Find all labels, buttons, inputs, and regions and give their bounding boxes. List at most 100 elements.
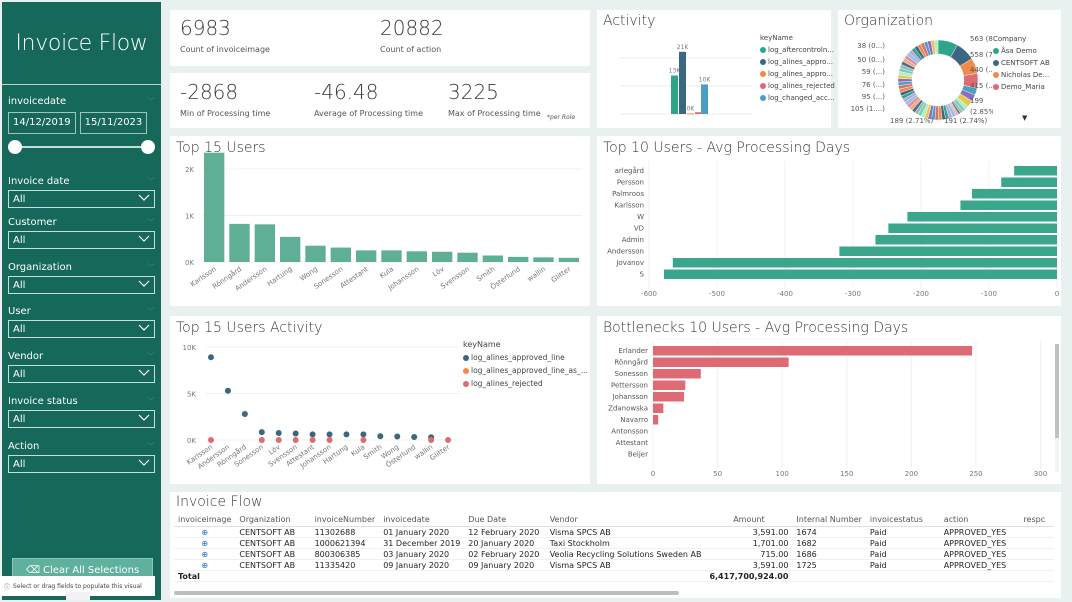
- bar: [875, 235, 1057, 245]
- cell-vendor: Veolia Recycling Solutions Sweden AB: [545, 548, 706, 560]
- column-header[interactable]: Internal Number: [792, 513, 866, 527]
- filter-dropdown[interactable]: All: [8, 190, 155, 208]
- total-label: Total: [174, 570, 236, 582]
- filter-dropdown[interactable]: All: [8, 365, 155, 383]
- slicer-header: Customer ﹀: [8, 215, 155, 229]
- y-category-label: Antonsson: [611, 427, 648, 435]
- filter-dropdown[interactable]: All: [8, 231, 155, 249]
- legend-dot: [993, 60, 999, 66]
- legend-item[interactable]: Nicholas De...: [993, 71, 1050, 79]
- invoice-image-link-icon[interactable]: ⊕: [174, 526, 236, 538]
- column-header[interactable]: Due Date: [464, 513, 546, 527]
- chevron-down-icon[interactable]: ﹀: [147, 217, 155, 228]
- legend-item[interactable]: log_alines_appro...: [760, 70, 835, 78]
- legend-item[interactable]: log_alines_approved_line: [463, 353, 588, 362]
- bottlenecks-card[interactable]: Bottlenecks 10 Users - Avg Processing Da…: [597, 316, 1061, 484]
- end-date-input[interactable]: 15/11/2023: [79, 112, 148, 134]
- table-row[interactable]: ⊕ CENTSOFT AB 1000621394 31 December 2019 20…: [174, 537, 1054, 549]
- slider-end-handle[interactable]: [141, 140, 155, 154]
- scatter-point: [241, 410, 248, 417]
- invoice-image-link-icon[interactable]: ⊕: [174, 548, 236, 560]
- bar: [1014, 166, 1057, 176]
- bar: [653, 369, 701, 379]
- filter-dropdown[interactable]: All: [8, 410, 155, 428]
- chevron-down-icon[interactable]: ﹀: [147, 396, 155, 407]
- bar: [653, 346, 973, 356]
- table-row[interactable]: ⊕ CENTSOFT AB 800306385 03 January 2020 02 F…: [174, 548, 1054, 560]
- visual-handle[interactable]: [66, 592, 90, 600]
- legend-item[interactable]: log_changed_acc...: [760, 94, 835, 102]
- bar-data-label: 0K: [687, 105, 696, 112]
- column-header[interactable]: invoicedate: [379, 513, 465, 527]
- chevron-down-icon[interactable]: ﹀: [147, 306, 155, 317]
- chevron-down-icon[interactable]: ﹀: [147, 176, 155, 187]
- legend-item[interactable]: Åsa Demo: [993, 47, 1050, 55]
- filter-dropdown[interactable]: All: [8, 276, 155, 294]
- chevron-down-icon[interactable]: ﹀: [147, 262, 155, 273]
- activity-chart-card[interactable]: Activity 13K 21K 0K 10K keyName log_afterco…: [597, 10, 835, 128]
- scrollbar-thumb[interactable]: [1055, 344, 1059, 438]
- legend-item[interactable]: Demo_Maria: [993, 83, 1050, 91]
- column-header[interactable]: respc: [1019, 513, 1054, 527]
- horizontal-scrollbar[interactable]: [174, 591, 679, 595]
- slicer-header: Organization ﹀: [8, 260, 155, 274]
- start-date-input[interactable]: 14/12/2019: [8, 112, 76, 134]
- table-header-row: invoiceimage Organization invoiceNumber inv…: [174, 513, 1054, 527]
- column-header[interactable]: Amount: [705, 513, 793, 527]
- filter-dropdown[interactable]: All: [8, 320, 155, 338]
- chart-scrollbar[interactable]: [1055, 344, 1059, 472]
- slice-label: 199: [970, 97, 983, 105]
- x-tick-label: Kula: [378, 265, 395, 280]
- slicer-label: User: [8, 305, 31, 317]
- top10-days-card[interactable]: Top 10 Users - Avg Processing Days -600-…: [597, 136, 1061, 306]
- legend-scroll-down-icon[interactable]: ▼: [1022, 114, 1027, 122]
- y-tick-label: 5K: [187, 391, 196, 399]
- column-header[interactable]: invoicestatus: [865, 513, 940, 527]
- empty-cell: [939, 570, 1020, 582]
- report-title: Invoice Flow: [2, 2, 161, 85]
- column-header[interactable]: Vendor: [545, 513, 706, 527]
- filter-vendor: Vendor ﹀ All: [8, 349, 155, 383]
- x-tick-label: 200: [905, 470, 918, 478]
- column-header[interactable]: Organization: [235, 513, 311, 527]
- slider-start-handle[interactable]: [8, 140, 22, 154]
- bar: [356, 250, 377, 262]
- cell-status: Paid: [865, 526, 940, 538]
- legend-item[interactable]: log_aftercontroln...: [760, 46, 835, 54]
- column-header[interactable]: invoiceimage: [174, 513, 236, 527]
- legend-item[interactable]: CENTSOFT AB: [993, 59, 1050, 67]
- dropdown-value: All: [13, 323, 26, 335]
- invoice-image-link-icon[interactable]: ⊕: [174, 559, 236, 571]
- bar: [672, 258, 1057, 268]
- column-header[interactable]: invoiceNumber: [310, 513, 380, 527]
- dropdown-value: All: [13, 458, 26, 470]
- kpi-count-action-value: 20882: [380, 16, 444, 40]
- eraser-icon: ⌫: [25, 564, 40, 576]
- dropdown-value: All: [13, 368, 26, 380]
- chevron-down-icon[interactable]: ﹀: [147, 351, 155, 362]
- slice-label: 95 (...): [862, 93, 886, 101]
- filter-dropdown[interactable]: All: [8, 455, 155, 473]
- date-range-slider[interactable]: [8, 140, 155, 154]
- legend-item[interactable]: log_alines_approved_line_as_...: [463, 366, 588, 375]
- cell-org: CENTSOFT AB: [235, 526, 311, 538]
- table-row[interactable]: ⊕ CENTSOFT AB 11302688 01 January 2020 12 Fe…: [174, 526, 1054, 538]
- chevron-down-icon: [138, 280, 150, 291]
- legend-label: log_aftercontroln...: [768, 46, 834, 54]
- cell-number: 800306385: [310, 548, 380, 560]
- x-tick-label: 300: [1034, 470, 1047, 478]
- top15-activity-card[interactable]: Top 15 Users Activity 0K 5K 10K Karlsson And…: [170, 316, 590, 484]
- chevron-down-icon[interactable]: ﹀: [147, 441, 155, 452]
- y-category-label: arlegård: [615, 166, 644, 175]
- top15-users-card[interactable]: Top 15 Users 0K 1K 2K Karlsson Rönngård Ander…: [170, 136, 590, 306]
- organization-chart-card[interactable]: Organization 563 (8.06%)558 (7...)440 (.…: [838, 10, 1061, 128]
- slice-label: 76 (...): [862, 81, 886, 89]
- invoice-image-link-icon[interactable]: ⊕: [174, 537, 236, 549]
- legend-item[interactable]: log_alines_rejected: [463, 379, 588, 388]
- column-header[interactable]: action: [939, 513, 1020, 527]
- table-row[interactable]: ⊕ CENTSOFT AB 11335420 09 January 2020 09 Ja…: [174, 559, 1054, 571]
- chevron-down-icon[interactable]: ﹀: [147, 96, 155, 107]
- legend-item[interactable]: log_alines_rejected: [760, 82, 835, 90]
- legend-dot: [463, 367, 469, 374]
- legend-item[interactable]: log_alines_appro...: [760, 58, 835, 66]
